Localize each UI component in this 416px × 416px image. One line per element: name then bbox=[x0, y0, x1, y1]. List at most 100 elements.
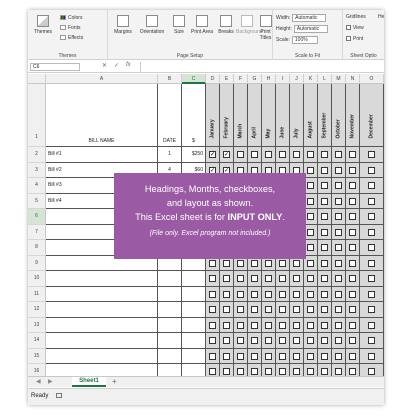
month-checkbox[interactable] bbox=[293, 321, 300, 329]
column-header-m[interactable]: M bbox=[332, 74, 346, 84]
month-checkbox[interactable] bbox=[335, 259, 342, 267]
month-checkbox[interactable] bbox=[265, 368, 272, 375]
month-checkbox[interactable] bbox=[209, 306, 216, 313]
print-area-button[interactable]: Print Area bbox=[190, 15, 214, 35]
header-amount[interactable]: $ bbox=[182, 84, 206, 147]
bill-name-cell[interactable] bbox=[46, 302, 158, 318]
month-checkbox[interactable] bbox=[251, 259, 258, 267]
month-checkbox[interactable] bbox=[237, 321, 244, 329]
month-checkbox[interactable] bbox=[307, 352, 314, 360]
month-checkbox[interactable] bbox=[307, 290, 314, 298]
column-header-c[interactable]: C bbox=[182, 74, 206, 84]
month-checkbox[interactable] bbox=[293, 259, 300, 267]
month-checkbox[interactable] bbox=[223, 275, 230, 282]
column-header-i[interactable]: I bbox=[276, 74, 290, 84]
column-header-j[interactable]: J bbox=[290, 74, 304, 84]
month-checkbox[interactable] bbox=[293, 306, 300, 313]
month-checkbox[interactable] bbox=[307, 182, 314, 189]
month-checkbox[interactable] bbox=[368, 337, 375, 344]
amount-cell[interactable] bbox=[182, 317, 206, 333]
month-checkbox[interactable] bbox=[307, 228, 314, 236]
month-checkbox[interactable] bbox=[251, 290, 258, 298]
month-checkbox[interactable] bbox=[321, 352, 328, 360]
month-checkbox[interactable] bbox=[321, 275, 328, 282]
month-checkbox[interactable] bbox=[307, 337, 314, 344]
month-checkbox[interactable] bbox=[293, 368, 300, 375]
month-checkbox[interactable] bbox=[237, 306, 244, 313]
print-titles-button[interactable]: Print Titles bbox=[258, 15, 273, 41]
row-header[interactable]: 8 bbox=[28, 240, 46, 256]
function-icon[interactable]: fx bbox=[126, 62, 131, 68]
amount-cell[interactable] bbox=[182, 333, 206, 349]
name-box[interactable]: C6 bbox=[30, 63, 80, 71]
month-checkbox[interactable] bbox=[368, 228, 375, 236]
month-checkbox[interactable] bbox=[307, 321, 314, 329]
month-checkbox[interactable] bbox=[209, 321, 216, 329]
month-checkbox[interactable] bbox=[209, 337, 216, 344]
month-checkbox[interactable] bbox=[209, 352, 216, 360]
month-checkbox[interactable] bbox=[307, 275, 314, 282]
month-checkbox[interactable] bbox=[349, 321, 356, 329]
month-checkbox[interactable] bbox=[335, 228, 342, 236]
amount-cell[interactable]: $250 bbox=[182, 147, 206, 163]
column-header-g[interactable]: G bbox=[248, 74, 262, 84]
month-checkbox[interactable] bbox=[279, 259, 286, 267]
month-checkbox[interactable] bbox=[335, 337, 342, 344]
month-checkbox[interactable] bbox=[349, 368, 356, 375]
month-checkbox[interactable] bbox=[307, 306, 314, 313]
month-checkbox[interactable] bbox=[335, 290, 342, 298]
month-checkbox[interactable] bbox=[223, 352, 230, 360]
month-checkbox[interactable] bbox=[279, 290, 286, 298]
month-checkbox[interactable] bbox=[368, 352, 375, 360]
column-header-f[interactable]: F bbox=[234, 74, 248, 84]
margins-button[interactable]: Margins bbox=[112, 15, 134, 35]
month-checkbox[interactable] bbox=[293, 275, 300, 282]
month-checkbox[interactable] bbox=[368, 306, 375, 313]
column-header-b[interactable]: B bbox=[158, 74, 182, 84]
column-header-a[interactable]: A bbox=[46, 74, 158, 84]
amount-cell[interactable] bbox=[182, 286, 206, 302]
row-header[interactable]: 9 bbox=[28, 255, 46, 271]
month-checkbox[interactable] bbox=[279, 352, 286, 360]
height-dropdown[interactable]: Automatic bbox=[293, 25, 328, 33]
month-checkbox[interactable] bbox=[209, 151, 216, 158]
month-checkbox[interactable] bbox=[279, 368, 286, 375]
month-checkbox[interactable] bbox=[265, 151, 272, 158]
header-bill-name[interactable]: BILL NAME bbox=[46, 84, 158, 147]
column-header-h[interactable]: H bbox=[262, 74, 276, 84]
effects-button[interactable]: Effects bbox=[60, 35, 83, 41]
month-checkbox[interactable] bbox=[368, 182, 375, 189]
month-checkbox[interactable] bbox=[335, 368, 342, 375]
month-checkbox[interactable] bbox=[349, 151, 356, 158]
amount-cell[interactable] bbox=[182, 348, 206, 364]
enter-icon[interactable]: ✓ bbox=[114, 62, 119, 69]
month-checkbox[interactable] bbox=[279, 321, 286, 329]
date-cell[interactable] bbox=[158, 286, 182, 302]
month-checkbox[interactable] bbox=[349, 259, 356, 267]
month-checkbox[interactable] bbox=[265, 352, 272, 360]
width-dropdown[interactable]: Automatic bbox=[292, 14, 327, 22]
month-checkbox[interactable] bbox=[209, 275, 216, 282]
bill-name-cell[interactable] bbox=[46, 348, 158, 364]
row-header[interactable]: 12 bbox=[28, 302, 46, 318]
month-checkbox[interactable] bbox=[265, 275, 272, 282]
bill-name-cell[interactable] bbox=[46, 286, 158, 302]
month-checkbox[interactable] bbox=[321, 321, 328, 329]
month-checkbox[interactable] bbox=[279, 337, 286, 344]
month-checkbox[interactable] bbox=[335, 197, 342, 205]
date-cell[interactable] bbox=[158, 271, 182, 287]
date-cell[interactable] bbox=[158, 317, 182, 333]
month-checkbox[interactable] bbox=[349, 244, 356, 251]
month-checkbox[interactable] bbox=[349, 228, 356, 236]
month-checkbox[interactable] bbox=[335, 275, 342, 282]
month-checkbox[interactable] bbox=[349, 306, 356, 313]
month-checkbox[interactable] bbox=[349, 182, 356, 189]
row-header[interactable]: 2 bbox=[28, 147, 46, 163]
month-checkbox[interactable] bbox=[368, 368, 375, 375]
month-checkbox[interactable] bbox=[321, 290, 328, 298]
month-checkbox[interactable] bbox=[209, 259, 216, 267]
month-checkbox[interactable] bbox=[265, 306, 272, 313]
month-checkbox[interactable] bbox=[237, 352, 244, 360]
fonts-button[interactable]: Fonts bbox=[60, 25, 81, 31]
month-checkbox[interactable] bbox=[251, 306, 258, 313]
